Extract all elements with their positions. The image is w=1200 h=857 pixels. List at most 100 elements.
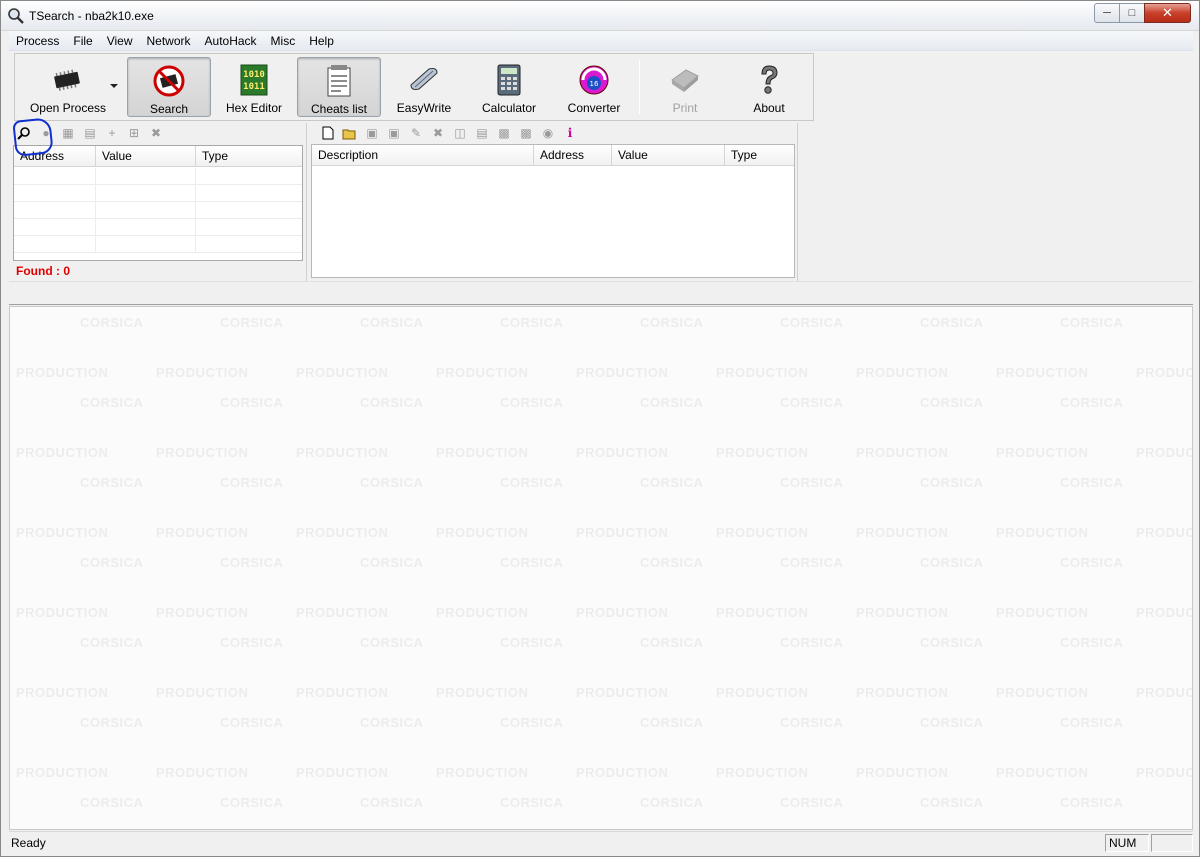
delete-icon[interactable]: ✖	[427, 123, 449, 143]
search-add-icon[interactable]: +	[101, 123, 123, 143]
trash-icon[interactable]: ◫	[449, 123, 471, 143]
watermark-production: PRODUCTION	[716, 685, 809, 700]
calculator-button[interactable]: Calculator	[473, 57, 545, 117]
watermark-production: PRODUCTION	[1136, 445, 1192, 460]
title-bar[interactable]: TSearch - nba2k10.exe ─ □ ✕	[1, 1, 1199, 31]
main-toolbar: Open Process Search 1010 1011 Hex Editor…	[14, 53, 814, 121]
cheats-table[interactable]: Description Address Value Type	[311, 144, 795, 278]
watermark-corsica: CORSICA	[640, 795, 704, 810]
watermark-corsica: CORSICA	[1060, 475, 1124, 490]
watermark-corsica: CORSICA	[920, 315, 984, 330]
watermark-corsica: CORSICA	[920, 635, 984, 650]
easywrite-button[interactable]: EasyWrite	[389, 57, 459, 117]
watermark-corsica: CORSICA	[640, 475, 704, 490]
watermark-production: PRODUCTION	[156, 605, 249, 620]
watermark-corsica: CORSICA	[640, 395, 704, 410]
menu-file[interactable]: File	[66, 31, 99, 51]
new-file-icon[interactable]	[317, 123, 339, 143]
watermark-corsica: CORSICA	[920, 475, 984, 490]
watermark-corsica: CORSICA	[80, 475, 144, 490]
column-value[interactable]: Value	[96, 146, 196, 167]
chip-icon	[50, 62, 86, 98]
watermark-production: PRODUCTION	[296, 445, 389, 460]
column-address[interactable]: Address	[534, 145, 612, 166]
watermark-production: PRODUCTION	[296, 605, 389, 620]
main-workspace: CORSICA CORSICA CORSICA CORSICA CORSICA CORSI…	[9, 306, 1193, 830]
watermark-corsica: CORSICA	[500, 635, 564, 650]
watermark-corsica: CORSICA	[920, 795, 984, 810]
close-button[interactable]: ✕	[1144, 3, 1191, 23]
print-button[interactable]: Print	[647, 57, 723, 117]
watermark-corsica: CORSICA	[640, 715, 704, 730]
open-process-dropdown-arrow-icon[interactable]	[110, 84, 118, 88]
search-filter-icon[interactable]: ▦	[57, 123, 79, 143]
column-value[interactable]: Value	[612, 145, 725, 166]
search-add-box-icon[interactable]: ⊞	[123, 123, 145, 143]
column-type[interactable]: Type	[196, 146, 302, 167]
watermark-production: PRODUCTION	[16, 365, 109, 380]
table-row	[14, 236, 302, 253]
breakpoint-icon[interactable]: ▩	[493, 123, 515, 143]
panel-splitter[interactable]	[9, 281, 1193, 305]
menu-process[interactable]: Process	[9, 31, 66, 51]
watermark-production: PRODUCTION	[156, 765, 249, 780]
easywrite-label: EasyWrite	[396, 101, 452, 115]
watermark-production: PRODUCTION	[156, 685, 249, 700]
watermark-corsica: CORSICA	[500, 715, 564, 730]
watermark-production: PRODUCTION	[996, 525, 1089, 540]
minimize-button[interactable]: ─	[1094, 3, 1120, 23]
search-results-table[interactable]: Address Value Type	[13, 145, 303, 261]
menu-help[interactable]: Help	[302, 31, 341, 51]
status-bar: Ready NUM	[9, 831, 1193, 853]
hex-editor-button[interactable]: 1010 1011 Hex Editor	[219, 57, 289, 117]
watermark-corsica: CORSICA	[500, 395, 564, 410]
watermark-corsica: CORSICA	[780, 555, 844, 570]
document-icon[interactable]: ▤	[471, 123, 493, 143]
watermark-production: PRODUCTION	[1136, 685, 1192, 700]
search-clear-icon[interactable]: ✖	[145, 123, 167, 143]
watermark-corsica: CORSICA	[80, 635, 144, 650]
menu-autohack[interactable]: AutoHack	[198, 31, 264, 51]
watermark-corsica: CORSICA	[220, 795, 284, 810]
watermark-production: PRODUCTION	[716, 605, 809, 620]
search-button[interactable]: Search	[127, 57, 211, 117]
watermark-production: PRODUCTION	[856, 605, 949, 620]
watermark-corsica: CORSICA	[220, 555, 284, 570]
watermark-corsica: CORSICA	[360, 795, 424, 810]
watermark-production: PRODUCTION	[156, 525, 249, 540]
open-process-button[interactable]: Open Process	[21, 57, 115, 117]
about-button[interactable]: About	[731, 57, 807, 117]
menu-view[interactable]: View	[100, 31, 140, 51]
converter-button[interactable]: 16 Converter	[557, 57, 631, 117]
watermark-corsica: CORSICA	[780, 395, 844, 410]
svg-text:16: 16	[590, 80, 599, 88]
status-pane-empty	[1151, 834, 1193, 852]
menu-misc[interactable]: Misc	[264, 31, 303, 51]
save-as-icon[interactable]: ▣	[383, 123, 405, 143]
search-copy-icon[interactable]: ▤	[79, 123, 101, 143]
search-label: Search	[149, 102, 189, 116]
save-icon[interactable]: ▣	[361, 123, 383, 143]
edit-icon[interactable]: ✎	[405, 123, 427, 143]
watermark-production: PRODUCTION	[856, 445, 949, 460]
settings-circle-icon[interactable]: ◉	[537, 123, 559, 143]
watermark-corsica: CORSICA	[1060, 635, 1124, 650]
status-text: Ready	[11, 836, 46, 850]
watermark-corsica: CORSICA	[80, 555, 144, 570]
menu-network[interactable]: Network	[140, 31, 198, 51]
watermark-production: PRODUCTION	[436, 365, 529, 380]
watermark-corsica: CORSICA	[500, 475, 564, 490]
help-question-icon	[751, 62, 787, 98]
open-folder-icon[interactable]	[339, 123, 361, 143]
maximize-button[interactable]: □	[1119, 3, 1145, 23]
found-count: Found : 0	[16, 264, 70, 278]
column-description[interactable]: Description	[312, 145, 534, 166]
cheats-list-button[interactable]: Cheats list	[297, 57, 381, 117]
watermark-production: PRODUCTION	[576, 765, 669, 780]
cheats-list-label: Cheats list	[310, 102, 368, 116]
breakpoint-alt-icon[interactable]: ▩	[515, 123, 537, 143]
info-icon[interactable]: i	[559, 123, 581, 143]
watermark-corsica: CORSICA	[220, 715, 284, 730]
watermark-corsica: CORSICA	[1060, 555, 1124, 570]
column-type[interactable]: Type	[725, 145, 794, 166]
